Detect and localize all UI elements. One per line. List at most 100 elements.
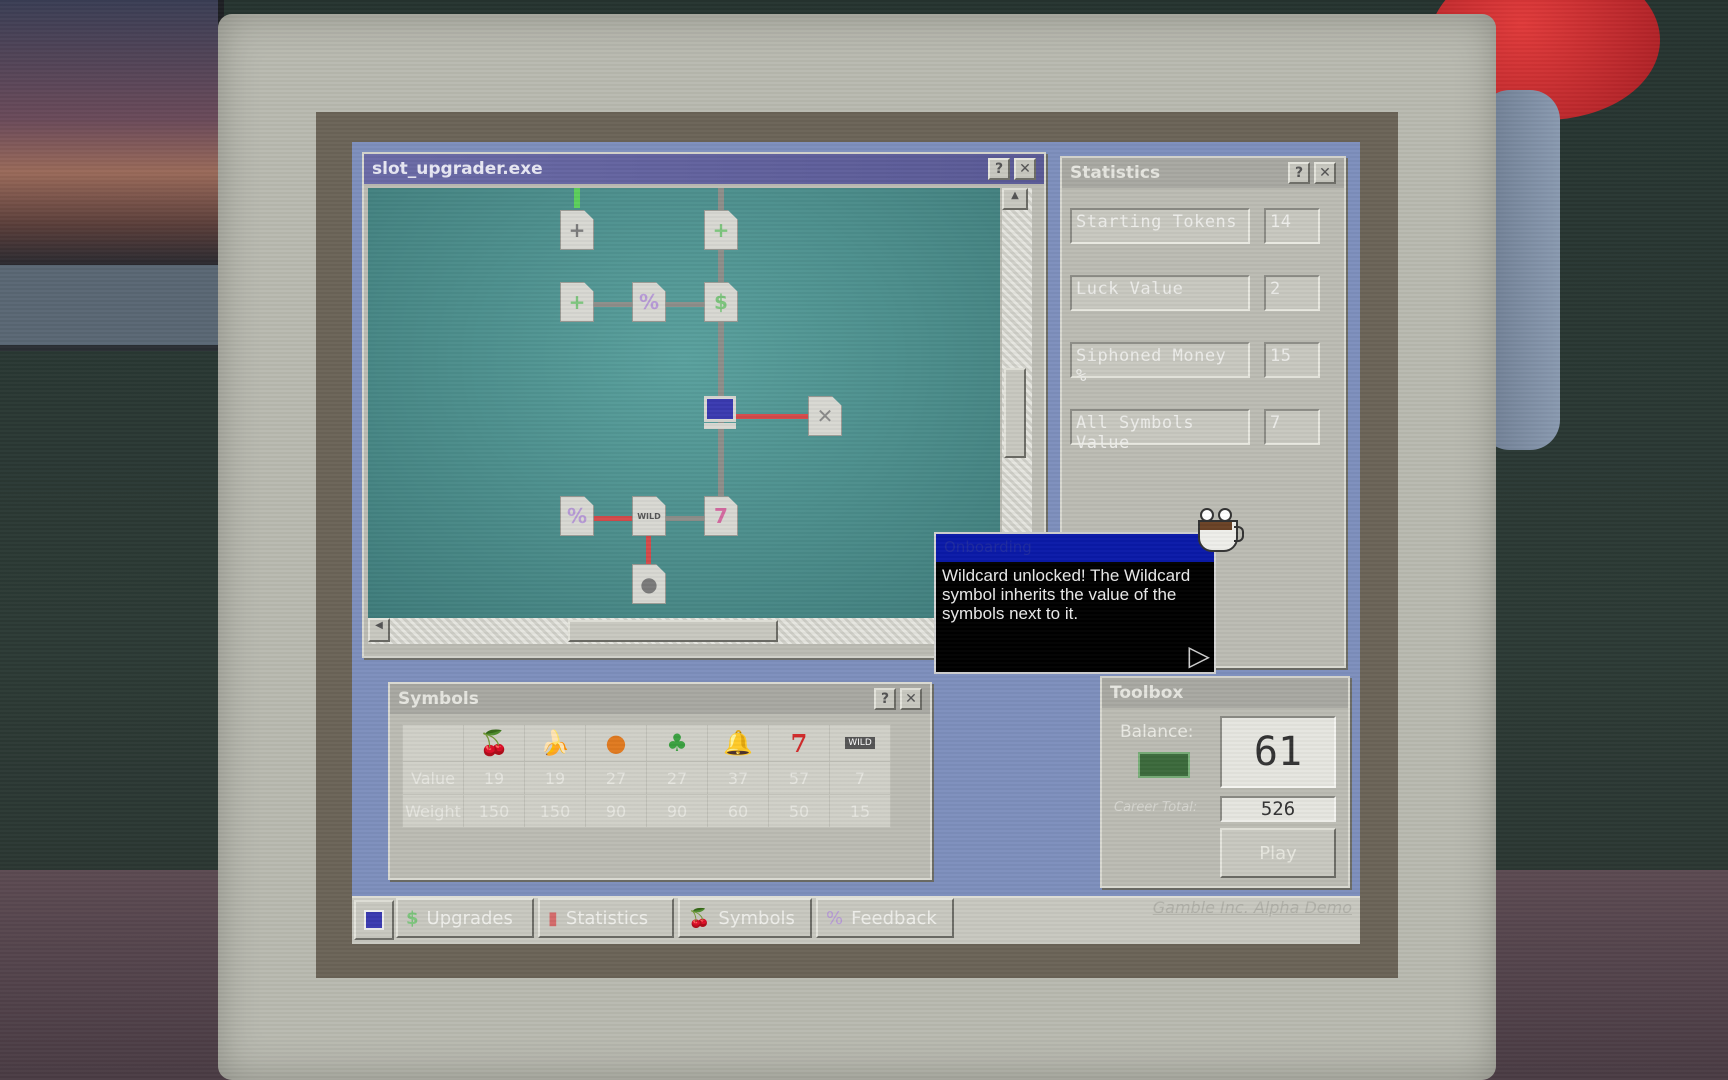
weight-row-label: Weight: [402, 794, 464, 828]
weight-cell: 60: [707, 794, 769, 828]
statistics-close-button[interactable]: ✕: [1314, 162, 1336, 184]
upgrade-node-seven[interactable]: 7: [704, 496, 738, 536]
symbols-titlebar[interactable]: Symbols ? ✕: [390, 684, 930, 714]
taskbar-symbols-label: Symbols: [718, 907, 795, 929]
clover-icon: ♣: [646, 724, 708, 762]
taskbar-symbols[interactable]: 🍒 Symbols: [678, 898, 812, 938]
wild-icon: WILD: [637, 511, 661, 521]
vertical-scroll-thumb[interactable]: [1004, 368, 1026, 458]
seven-icon: 7: [714, 504, 728, 528]
wild-icon-label: WILD: [845, 737, 875, 749]
upgrader-titlebar[interactable]: slot_upgrader.exe ? ✕: [364, 154, 1044, 184]
value-cell: 27: [585, 761, 647, 795]
banana-icon: 🍌: [524, 724, 586, 762]
upgrade-node-plus-mid-left[interactable]: +: [560, 282, 594, 322]
stat-label-all-symbols-value: All Symbols Value: [1070, 409, 1250, 453]
upgrade-node-plus-top-right[interactable]: +: [704, 210, 738, 250]
value-cell: 27: [646, 761, 708, 795]
weight-cell: 150: [463, 794, 525, 828]
upgrader-close-button[interactable]: ✕: [1014, 158, 1036, 180]
symbols-weight-row: Weight 150 150 90 90 60 50 15: [402, 794, 891, 828]
seven-icon: 7: [768, 724, 830, 762]
wall-shelf: [0, 265, 220, 351]
weight-cell: 150: [524, 794, 586, 828]
close-icon: ✕: [816, 404, 834, 428]
statistics-title: Statistics: [1070, 163, 1161, 183]
tooltip-next-button[interactable]: ▷: [1188, 639, 1210, 672]
upgrade-node-percent-mid[interactable]: %: [632, 282, 666, 322]
wall-painting: [0, 0, 224, 271]
orange-icon: ●: [585, 724, 647, 762]
plus-icon: +: [712, 218, 730, 242]
symbols-window: Symbols ? ✕ 🍒 🍌 ● ♣ 🔔 7 WILD Value 19 19…: [388, 682, 932, 880]
toolbox-title: Toolbox: [1110, 683, 1184, 703]
symbols-icon-row: 🍒 🍌 ● ♣ 🔔 7 WILD: [402, 724, 891, 762]
percent-icon: %: [566, 504, 588, 528]
value-cell: 37: [707, 761, 769, 795]
percent-icon: %: [638, 290, 660, 314]
balance-display: 61: [1220, 716, 1336, 788]
horizontal-scrollbar[interactable]: ◀: [368, 618, 1000, 644]
taskbar-statistics[interactable]: ▮ Statistics: [538, 898, 674, 938]
empty-header-cell: [402, 724, 464, 762]
circle-icon: ●: [640, 572, 658, 596]
dollar-file-icon: $: [406, 907, 419, 929]
upgrader-help-button[interactable]: ?: [988, 158, 1010, 180]
symbols-close-button[interactable]: ✕: [900, 688, 922, 710]
plus-icon: +: [568, 290, 586, 314]
stat-label-luck-value: Luck Value: [1070, 275, 1250, 311]
cherry-icon: 🍒: [463, 724, 525, 762]
weight-cell: 50: [768, 794, 830, 828]
taskbar-feedback-label: Feedback: [851, 907, 937, 929]
stat-label-starting-tokens: Starting Tokens: [1070, 208, 1250, 244]
start-button[interactable]: [354, 900, 394, 940]
statistics-titlebar[interactable]: Statistics ? ✕: [1062, 158, 1344, 188]
taskbar-upgrades-label: Upgrades: [426, 907, 513, 929]
upgrade-node-locked-x[interactable]: ✕: [808, 396, 842, 436]
weight-cell: 90: [585, 794, 647, 828]
horizontal-scroll-thumb[interactable]: [568, 620, 778, 642]
tooltip-title: Onboarding: [936, 534, 1214, 562]
dollar-icon: $: [714, 290, 728, 314]
cherry-icon: 🍒: [688, 907, 711, 929]
percent-file-icon: %: [826, 907, 844, 929]
bell-icon: 🔔: [707, 724, 769, 762]
symbols-help-button[interactable]: ?: [874, 688, 896, 710]
upgrade-tree-canvas[interactable]: + + + % $ ✕ % WILD 7 ●: [368, 188, 1000, 618]
stat-value-starting-tokens: 14: [1264, 208, 1320, 244]
balance-label: Balance:: [1120, 722, 1194, 742]
computer-icon: [364, 910, 384, 930]
symbols-title: Symbols: [398, 689, 479, 709]
toolbox-window: Toolbox Balance: 61 Career Total: 526 Pl…: [1100, 676, 1350, 888]
weight-cell: 90: [646, 794, 708, 828]
upgrade-node-dollar[interactable]: $: [704, 282, 738, 322]
play-button[interactable]: Play: [1220, 828, 1336, 878]
value-cell: 19: [524, 761, 586, 795]
toolbox-titlebar[interactable]: Toolbox: [1102, 678, 1348, 708]
upgrade-node-wild[interactable]: WILD: [632, 496, 666, 536]
upgrade-node-circle[interactable]: ●: [632, 564, 666, 604]
weight-cell: 15: [829, 794, 891, 828]
stat-value-luck-value: 2: [1264, 275, 1320, 311]
upgrade-node-percent-bottom[interactable]: %: [560, 496, 594, 536]
stat-value-siphoned-money: 15: [1264, 342, 1320, 378]
value-cell: 57: [768, 761, 830, 795]
value-cell: 19: [463, 761, 525, 795]
scroll-up-arrow[interactable]: ▲: [1002, 188, 1028, 210]
career-total-display: 526: [1220, 796, 1336, 822]
stat-value-all-symbols-value: 7: [1264, 409, 1320, 445]
taskbar-tray-text: Gamble Inc. Alpha Demo: [1152, 898, 1352, 917]
symbols-value-row: Value 19 19 27 27 37 57 7: [402, 761, 891, 795]
taskbar-feedback[interactable]: % Feedback: [816, 898, 954, 938]
scroll-left-arrow[interactable]: ◀: [368, 618, 390, 642]
wild-icon: WILD: [829, 724, 891, 762]
cash-icon: [1138, 752, 1190, 778]
computer-core-icon[interactable]: [702, 396, 738, 430]
symbols-table: 🍒 🍌 ● ♣ 🔔 7 WILD Value 19 19 27 27 37 57…: [402, 724, 891, 828]
value-row-label: Value: [402, 761, 464, 795]
taskbar-upgrades[interactable]: $ Upgrades: [396, 898, 534, 938]
tooltip-message: Wildcard unlocked! The Wildcard symbol i…: [942, 566, 1191, 623]
plus-icon: +: [568, 218, 586, 242]
upgrade-node-plus-top-left[interactable]: +: [560, 210, 594, 250]
statistics-help-button[interactable]: ?: [1288, 162, 1310, 184]
